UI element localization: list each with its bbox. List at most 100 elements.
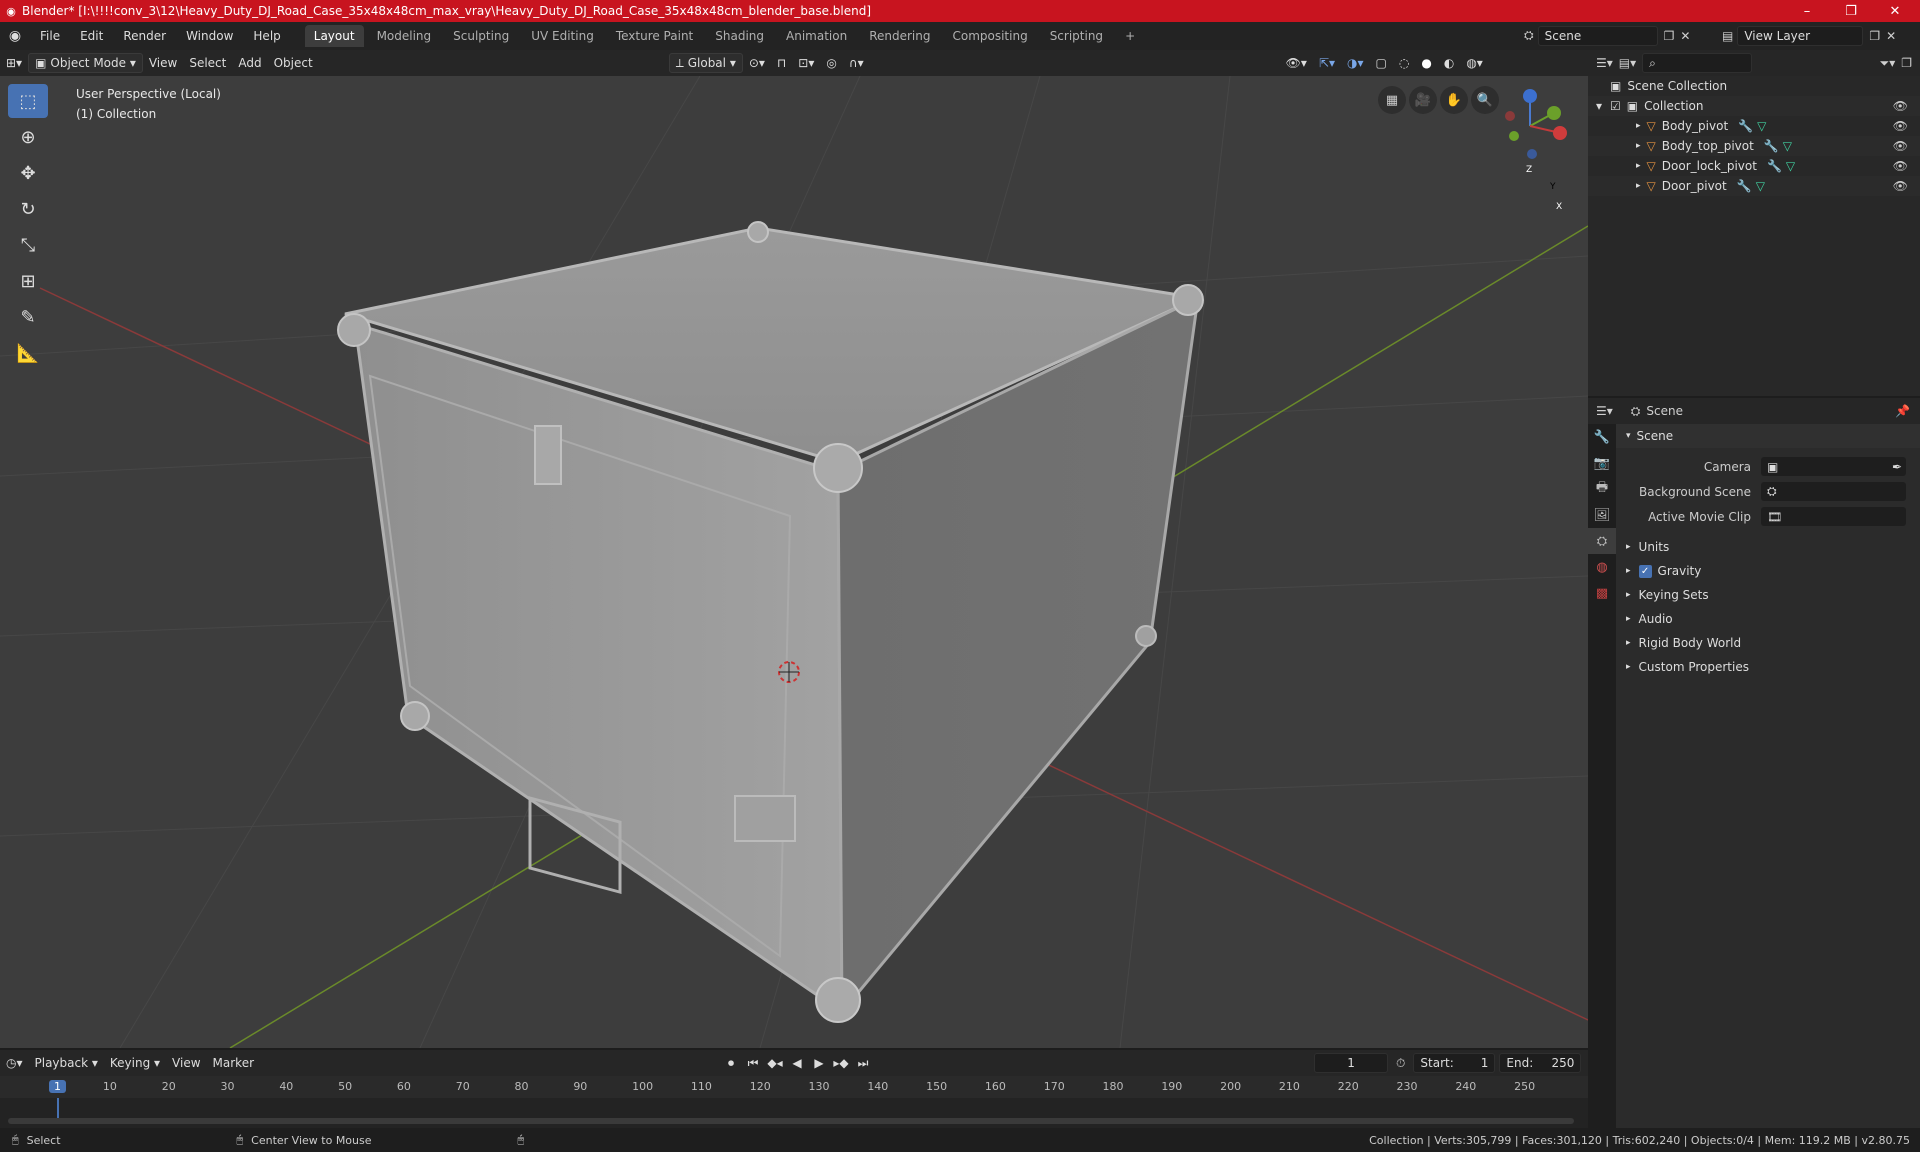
frame-ruler[interactable]: 1 10 20 30 40 50 60 70 80 90 100 110 120 130 140 150 160… bbox=[0, 1076, 1588, 1098]
outliner-item[interactable]: ▸ ▽ Door_pivot 🔧 ▽ 👁 bbox=[1588, 176, 1920, 196]
outliner-item[interactable]: ▸ ▽ Door_lock_pivot 🔧 ▽ 👁 bbox=[1588, 156, 1920, 176]
jump-end-icon[interactable]: ⏭ bbox=[852, 1053, 874, 1073]
material-shading-icon[interactable]: ◐ bbox=[1438, 53, 1460, 73]
menu-edit[interactable]: Edit bbox=[70, 29, 113, 43]
pin-icon[interactable]: 📌 bbox=[1895, 404, 1910, 418]
keying-menu[interactable]: Keying ▾ bbox=[104, 1053, 166, 1073]
perspective-toggle-icon[interactable]: ▦ bbox=[1378, 86, 1406, 114]
camera-view-icon[interactable]: 🎥 bbox=[1409, 86, 1437, 114]
measure-tool-icon[interactable]: 📐 bbox=[8, 336, 48, 370]
xray-icon[interactable]: ▢ bbox=[1370, 53, 1393, 73]
tab-rendering[interactable]: Rendering bbox=[860, 25, 939, 47]
properties-editor-icon[interactable]: ☰▾ bbox=[1596, 404, 1613, 418]
rendered-shading-icon[interactable]: ◍▾ bbox=[1460, 53, 1489, 73]
end-frame-field[interactable]: End: 250 bbox=[1499, 1053, 1582, 1073]
tab-texture-paint[interactable]: Texture Paint bbox=[607, 25, 702, 47]
maximize-button[interactable]: ❐ bbox=[1836, 4, 1866, 19]
record-button-icon[interactable]: ⏺ bbox=[720, 1053, 742, 1073]
annotate-tool-icon[interactable]: ✎ bbox=[8, 300, 48, 334]
view-layer-field[interactable]: View Layer bbox=[1737, 25, 1864, 46]
close-button[interactable]: ✕ bbox=[1880, 4, 1910, 19]
output-tab-icon[interactable]: 🖶 bbox=[1588, 476, 1616, 502]
outliner-item[interactable]: ▸ ▽ Body_top_pivot 🔧 ▽ 👁 bbox=[1588, 136, 1920, 156]
display-mode-icon[interactable]: ▤▾ bbox=[1619, 56, 1636, 70]
render-tab-icon[interactable]: 📷 bbox=[1588, 450, 1616, 476]
movie-clip-field[interactable]: 🎞 bbox=[1761, 507, 1906, 526]
expand-arrow-icon[interactable]: ▸ bbox=[1636, 161, 1641, 171]
expand-arrow-icon[interactable]: ▸ bbox=[1636, 141, 1641, 151]
rigid-body-world-panel[interactable]: ▸ Rigid Body World bbox=[1616, 631, 1920, 655]
tab-scripting[interactable]: Scripting bbox=[1041, 25, 1112, 47]
custom-properties-panel[interactable]: ▸ Custom Properties bbox=[1616, 655, 1920, 679]
outliner-editor-icon[interactable]: ☰▾ bbox=[1596, 56, 1613, 70]
scene-selector[interactable]: ⛭ Scene ❐ ✕ bbox=[1524, 25, 1710, 46]
gravity-panel[interactable]: ▸ ✓ Gravity bbox=[1616, 559, 1920, 583]
view-layer-selector[interactable]: ▤ View Layer ❐ ✕ bbox=[1722, 25, 1916, 46]
scene-name-field[interactable]: Scene bbox=[1537, 25, 1658, 46]
tab-animation[interactable]: Animation bbox=[777, 25, 856, 47]
scene-tab-icon[interactable]: ⛭ bbox=[1588, 528, 1616, 554]
eye-icon[interactable]: 👁 bbox=[1893, 159, 1908, 173]
collection-checkbox[interactable]: ☑ bbox=[1610, 99, 1621, 113]
solid-shading-icon[interactable]: ● bbox=[1415, 53, 1437, 73]
timeline-view-menu[interactable]: View bbox=[166, 1053, 206, 1073]
gizmo-toggle-icon[interactable]: ⇱▾ bbox=[1313, 53, 1341, 73]
navigation-gizmo[interactable] bbox=[1505, 89, 1567, 159]
timeline-editor-icon[interactable]: ◷▾ bbox=[0, 1053, 29, 1073]
road-case-model[interactable] bbox=[337, 221, 1204, 1023]
play-reverse-icon[interactable]: ◀ bbox=[786, 1053, 808, 1073]
select-box-tool-icon[interactable]: ⬚ bbox=[8, 84, 48, 118]
minimize-button[interactable]: – bbox=[1792, 4, 1822, 19]
view-layer-tab-icon[interactable]: 🖼 bbox=[1588, 502, 1616, 528]
3d-viewport[interactable]: ⬚ ⊕ ✥ ↻ ⤡ ⊞ ✎ 📐 User Perspective (Local)… bbox=[0, 76, 1588, 1048]
orientation-dropdown[interactable]: ⟂ Global ▾ bbox=[668, 53, 743, 73]
prev-keyframe-icon[interactable]: ◆◂ bbox=[764, 1053, 786, 1073]
start-frame-field[interactable]: Start: 1 bbox=[1413, 1053, 1496, 1073]
outliner-collection[interactable]: ▾ ☑ ▣ Collection 👁 bbox=[1588, 96, 1920, 116]
pivot-icon[interactable]: ⊙▾ bbox=[743, 53, 771, 73]
expand-arrow-icon[interactable]: ▸ bbox=[1636, 121, 1641, 131]
menu-window[interactable]: Window bbox=[176, 29, 243, 43]
audio-panel[interactable]: ▸ Audio bbox=[1616, 607, 1920, 631]
add-workspace-icon[interactable]: + bbox=[1116, 25, 1144, 47]
playback-menu[interactable]: Playback ▾ bbox=[29, 1053, 104, 1073]
menu-add[interactable]: Add bbox=[232, 53, 267, 73]
world-tab-icon[interactable]: ◍ bbox=[1588, 554, 1616, 580]
units-panel[interactable]: ▸ Units bbox=[1616, 535, 1920, 559]
remove-scene-icon[interactable]: ✕ bbox=[1680, 29, 1690, 43]
menu-file[interactable]: File bbox=[30, 29, 70, 43]
background-scene-field[interactable]: ⛭ bbox=[1761, 482, 1906, 501]
eye-icon[interactable]: 👁 bbox=[1893, 179, 1908, 193]
play-icon[interactable]: ▶ bbox=[808, 1053, 830, 1073]
rotate-tool-icon[interactable]: ↻ bbox=[8, 192, 48, 226]
texture-tab-icon[interactable]: ▩ bbox=[1588, 580, 1616, 606]
outliner-search-input[interactable]: ⌕ bbox=[1642, 53, 1753, 73]
mode-dropdown[interactable]: ▣ Object Mode ▾ bbox=[28, 53, 143, 73]
proportional-edit-icon[interactable]: ◎ bbox=[820, 53, 842, 73]
menu-object[interactable]: Object bbox=[268, 53, 319, 73]
blender-menu-icon[interactable]: ◉ bbox=[0, 28, 30, 44]
snap-target-icon[interactable]: ⊡▾ bbox=[792, 53, 820, 73]
editor-type-icon[interactable]: ⊞▾ bbox=[0, 53, 28, 73]
zoom-icon[interactable]: 🔍 bbox=[1471, 86, 1499, 114]
wireframe-shading-icon[interactable]: ◌ bbox=[1393, 53, 1415, 73]
outliner-scene-collection[interactable]: ▣ Scene Collection bbox=[1588, 76, 1920, 96]
cursor-tool-icon[interactable]: ⊕ bbox=[8, 120, 48, 154]
new-view-layer-icon[interactable]: ❐ bbox=[1869, 29, 1880, 43]
tab-layout[interactable]: Layout bbox=[304, 25, 364, 47]
expand-arrow-icon[interactable]: ▸ bbox=[1636, 181, 1641, 191]
eye-icon[interactable]: 👁 bbox=[1893, 99, 1908, 113]
camera-field[interactable]: ▣ ✒ bbox=[1761, 457, 1906, 476]
current-frame-field[interactable]: 1 bbox=[1314, 1053, 1389, 1073]
scale-tool-icon[interactable]: ⤡ bbox=[8, 228, 48, 262]
menu-select[interactable]: Select bbox=[183, 53, 232, 73]
menu-render[interactable]: Render bbox=[113, 29, 176, 43]
snap-icon[interactable]: ⊓ bbox=[771, 53, 792, 73]
new-collection-icon[interactable]: ❐ bbox=[1901, 56, 1912, 70]
next-keyframe-icon[interactable]: ▸◆ bbox=[830, 1053, 852, 1073]
move-tool-icon[interactable]: ✥ bbox=[8, 156, 48, 190]
transform-tool-icon[interactable]: ⊞ bbox=[8, 264, 48, 298]
expand-arrow-icon[interactable]: ▾ bbox=[1596, 99, 1602, 113]
new-scene-icon[interactable]: ❐ bbox=[1664, 29, 1675, 43]
marker-menu[interactable]: Marker bbox=[207, 1053, 260, 1073]
